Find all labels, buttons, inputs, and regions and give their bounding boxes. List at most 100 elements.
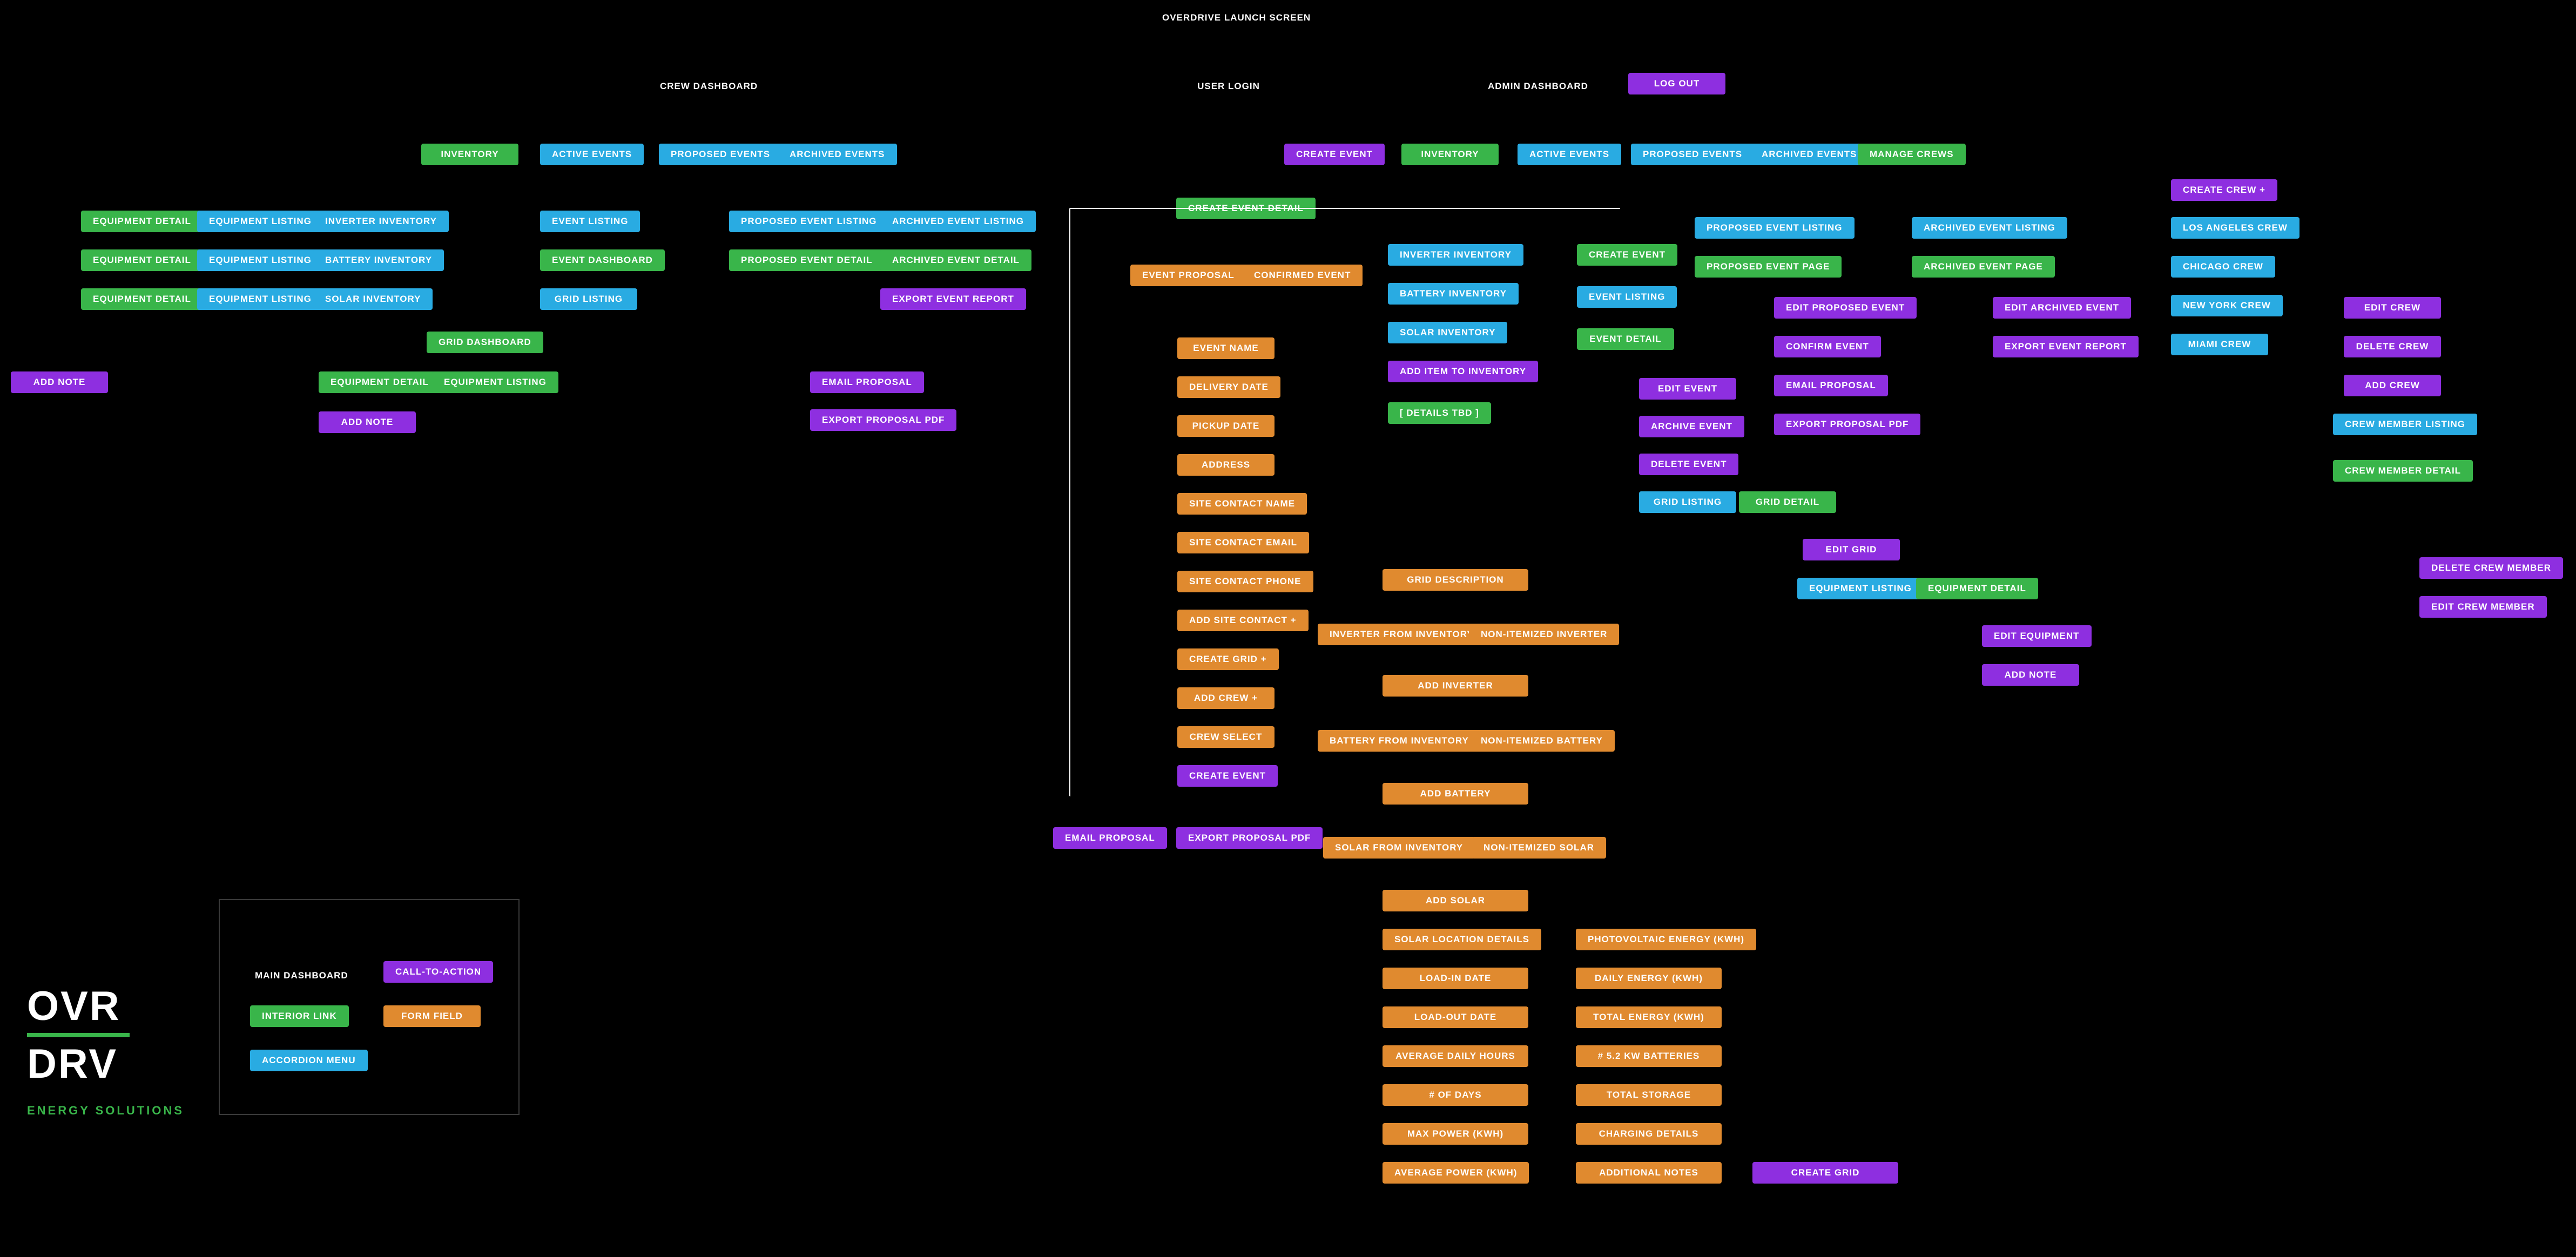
delete-crew-member-button[interactable]: DELETE CREW MEMBER	[2419, 557, 2563, 579]
inverter-inventory-menu[interactable]: INVERTER INVENTORY	[313, 211, 449, 232]
archived-event-detail-link[interactable]: ARCHIVED EVENT DETAIL	[880, 249, 1031, 271]
create-grid-plus-button[interactable]: CREATE GRID +	[1177, 648, 1279, 670]
add-battery-button[interactable]: ADD BATTERY	[1383, 783, 1528, 805]
archived-events-menu[interactable]: ARCHIVED EVENTS	[1750, 144, 1869, 165]
chicago-crew-menu[interactable]: CHICAGO CREW	[2171, 256, 2275, 278]
num-batteries-field[interactable]: # 5.2 KW BATTERIES	[1576, 1045, 1722, 1067]
event-listing-menu[interactable]: EVENT LISTING	[540, 211, 640, 232]
proposed-events-menu[interactable]: PROPOSED EVENTS	[659, 144, 782, 165]
grid-dashboard-link[interactable]: GRID DASHBOARD	[427, 332, 543, 353]
site-contact-email-field[interactable]: SITE CONTACT EMAIL	[1177, 532, 1309, 553]
event-name-field[interactable]: EVENT NAME	[1177, 337, 1274, 359]
la-crew-menu[interactable]: LOS ANGELES CREW	[2171, 217, 2299, 239]
add-note-button[interactable]: ADD NOTE	[11, 371, 108, 393]
inventory-link[interactable]: INVENTORY	[421, 144, 518, 165]
grid-detail-link[interactable]: GRID DETAIL	[1739, 491, 1836, 513]
log-out-button[interactable]: LOG OUT	[1628, 73, 1725, 94]
pickup-date-field[interactable]: PICKUP DATE	[1177, 415, 1274, 437]
ny-crew-menu[interactable]: NEW YORK CREW	[2171, 295, 2283, 316]
crew-member-listing-menu[interactable]: CREW MEMBER LISTING	[2333, 414, 2477, 435]
equipment-listing-menu[interactable]: EQUIPMENT LISTING	[197, 288, 323, 310]
equipment-detail-link[interactable]: EQUIPMENT DETAIL	[81, 249, 203, 271]
load-out-date-field[interactable]: LOAD-OUT DATE	[1383, 1006, 1528, 1028]
proposed-event-listing-menu[interactable]: PROPOSED EVENT LISTING	[729, 211, 889, 232]
proposed-event-page-link[interactable]: PROPOSED EVENT PAGE	[1695, 256, 1842, 278]
add-item-inventory-button[interactable]: ADD ITEM TO INVENTORY	[1388, 361, 1538, 382]
active-events-menu[interactable]: ACTIVE EVENTS	[540, 144, 644, 165]
active-events-menu[interactable]: ACTIVE EVENTS	[1518, 144, 1621, 165]
delete-event-button[interactable]: DELETE EVENT	[1639, 454, 1738, 475]
event-dashboard-link[interactable]: EVENT DASHBOARD	[540, 249, 665, 271]
charging-details-field[interactable]: CHARGING DETAILS	[1576, 1123, 1722, 1145]
avg-power-field[interactable]: AVERAGE POWER (KWH)	[1383, 1162, 1529, 1184]
edit-event-button[interactable]: EDIT EVENT	[1639, 378, 1736, 400]
crew-select-field[interactable]: CREW SELECT	[1177, 726, 1274, 748]
equipment-detail-link[interactable]: EQUIPMENT DETAIL	[81, 288, 203, 310]
delete-crew-button[interactable]: DELETE CREW	[2344, 336, 2441, 357]
equipment-detail-link[interactable]: EQUIPMENT DETAIL	[319, 371, 441, 393]
add-note-button[interactable]: ADD NOTE	[319, 411, 416, 433]
event-proposal-field[interactable]: EVENT PROPOSAL	[1130, 265, 1246, 286]
address-field[interactable]: ADDRESS	[1177, 454, 1274, 476]
archived-events-menu[interactable]: ARCHIVED EVENTS	[778, 144, 897, 165]
non-itemized-inverter-field[interactable]: NON-ITEMIZED INVERTER	[1469, 624, 1619, 645]
solar-inventory-menu[interactable]: SOLAR INVENTORY	[313, 288, 433, 310]
battery-inventory-menu[interactable]: BATTERY INVENTORY	[313, 249, 444, 271]
edit-proposed-event-button[interactable]: EDIT PROPOSED EVENT	[1774, 297, 1917, 319]
grid-description-field[interactable]: GRID DESCRIPTION	[1383, 569, 1528, 591]
crew-dashboard[interactable]: CREW DASHBOARD	[648, 76, 770, 97]
export-proposal-pdf-button[interactable]: EXPORT PROPOSAL PDF	[1774, 414, 1920, 435]
solar-from-inventory-field[interactable]: SOLAR FROM INVENTORY	[1323, 837, 1475, 859]
add-crew-plus-button[interactable]: ADD CREW +	[1177, 687, 1274, 709]
site-contact-phone-field[interactable]: SITE CONTACT PHONE	[1177, 571, 1313, 592]
archive-event-button[interactable]: ARCHIVE EVENT	[1639, 416, 1744, 437]
email-proposal-button[interactable]: EMAIL PROPOSAL	[1774, 375, 1888, 396]
email-proposal-button[interactable]: EMAIL PROPOSAL	[1053, 827, 1167, 849]
export-proposal-pdf-button[interactable]: EXPORT PROPOSAL PDF	[1176, 827, 1323, 849]
max-power-field[interactable]: MAX POWER (KWH)	[1383, 1123, 1528, 1145]
export-proposal-pdf-button[interactable]: EXPORT PROPOSAL PDF	[810, 409, 956, 431]
inventory-link[interactable]: INVENTORY	[1401, 144, 1499, 165]
miami-crew-menu[interactable]: MIAMI CREW	[2171, 334, 2268, 355]
grid-listing-menu[interactable]: GRID LISTING	[1639, 491, 1736, 513]
confirm-event-button[interactable]: CONFIRM EVENT	[1774, 336, 1881, 357]
create-event-button[interactable]: CREATE EVENT	[1177, 765, 1278, 787]
non-itemized-solar-field[interactable]: NON-ITEMIZED SOLAR	[1472, 837, 1606, 859]
proposed-event-listing-menu[interactable]: PROPOSED EVENT LISTING	[1695, 217, 1855, 239]
details-tbd-link[interactable]: [ DETAILS TBD ]	[1388, 402, 1491, 424]
equipment-listing-menu[interactable]: EQUIPMENT LISTING	[197, 249, 323, 271]
admin-dashboard[interactable]: ADMIN DASHBOARD	[1476, 76, 1600, 97]
edit-archived-event-button[interactable]: EDIT ARCHIVED EVENT	[1993, 297, 2131, 319]
event-listing-menu[interactable]: EVENT LISTING	[1577, 286, 1677, 308]
proposed-events-menu[interactable]: PROPOSED EVENTS	[1631, 144, 1754, 165]
create-grid-button[interactable]: CREATE GRID	[1752, 1162, 1898, 1184]
inverter-from-inventory-field[interactable]: INVERTER FROM INVENTORY	[1318, 624, 1486, 645]
create-event-detail-link[interactable]: CREATE EVENT DETAIL	[1176, 198, 1316, 219]
edit-grid-button[interactable]: EDIT GRID	[1803, 539, 1900, 560]
confirmed-event-field[interactable]: CONFIRMED EVENT	[1242, 265, 1363, 286]
solar-location-details-field[interactable]: SOLAR LOCATION DETAILS	[1383, 929, 1541, 950]
create-crew-button[interactable]: CREATE CREW +	[2171, 179, 2277, 201]
edit-crew-button[interactable]: EDIT CREW	[2344, 297, 2441, 319]
create-event-link[interactable]: CREATE EVENT	[1577, 244, 1677, 266]
add-inverter-button[interactable]: ADD INVERTER	[1383, 675, 1528, 697]
daily-energy-field[interactable]: DAILY ENERGY (KWH)	[1576, 968, 1722, 989]
equipment-listing-menu[interactable]: EQUIPMENT LISTING	[1797, 578, 1924, 599]
event-detail-link[interactable]: EVENT DETAIL	[1577, 328, 1674, 350]
equipment-detail-link[interactable]: EQUIPMENT DETAIL	[1916, 578, 2038, 599]
total-storage-field[interactable]: TOTAL STORAGE	[1576, 1084, 1722, 1106]
load-in-date-field[interactable]: LOAD-IN DATE	[1383, 968, 1528, 989]
crew-member-detail-link[interactable]: CREW MEMBER DETAIL	[2333, 460, 2473, 482]
equipment-detail-link[interactable]: EQUIPMENT DETAIL	[81, 211, 203, 232]
equipment-listing-link[interactable]: EQUIPMENT LISTING	[432, 371, 558, 393]
non-itemized-battery-field[interactable]: NON-ITEMIZED BATTERY	[1469, 730, 1615, 752]
archived-event-page-link[interactable]: ARCHIVED EVENT PAGE	[1912, 256, 2055, 278]
archived-event-listing-menu[interactable]: ARCHIVED EVENT LISTING	[880, 211, 1036, 232]
add-crew-button[interactable]: ADD CREW	[2344, 375, 2441, 396]
archived-event-listing-menu[interactable]: ARCHIVED EVENT LISTING	[1912, 217, 2067, 239]
site-contact-name-field[interactable]: SITE CONTACT NAME	[1177, 493, 1307, 515]
export-event-report-button[interactable]: EXPORT EVENT REPORT	[1993, 336, 2139, 357]
battery-inventory-menu[interactable]: BATTERY INVENTORY	[1388, 283, 1519, 305]
inverter-inventory-menu[interactable]: INVERTER INVENTORY	[1388, 244, 1523, 266]
grid-listing-menu[interactable]: GRID LISTING	[540, 288, 637, 310]
